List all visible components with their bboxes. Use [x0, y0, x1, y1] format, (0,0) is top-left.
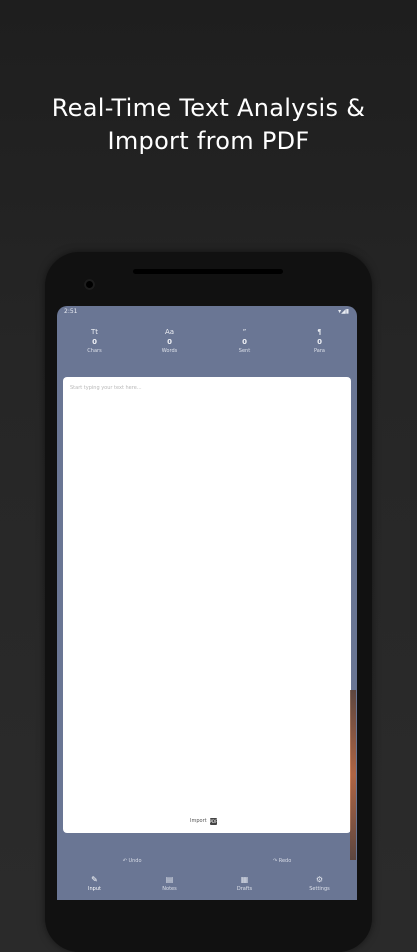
tab-input[interactable]: ✎ Input: [65, 875, 125, 893]
chars-icon: Tt: [90, 328, 99, 336]
stat-label: Sent: [238, 348, 251, 354]
stat-sentences: ” 0 Sent: [215, 328, 275, 368]
tab-settings[interactable]: ⚙ Settings: [290, 875, 350, 893]
stat-value: 0: [92, 338, 97, 346]
import-pdf-button[interactable]: Import PDF: [190, 815, 217, 827]
words-icon: Aa: [164, 328, 175, 336]
stat-words: Aa 0 Words: [140, 328, 200, 368]
drafts-icon: ▦: [240, 875, 249, 884]
text-input[interactable]: [63, 377, 351, 797]
background-photo-edge: [350, 690, 356, 860]
tab-label: Notes: [162, 886, 177, 892]
stat-value: 0: [167, 338, 172, 346]
bottom-navigation: ✎ Input ▤ Notes ▦ Drafts ⚙ Settings: [57, 868, 357, 900]
import-label: Import: [190, 818, 207, 824]
tab-label: Drafts: [236, 886, 253, 892]
status-bar: 2:51 ▾◢▮: [57, 306, 357, 318]
tab-label: Input: [88, 886, 101, 892]
status-icons: ▾◢▮: [338, 308, 349, 315]
stat-label: Para: [314, 348, 325, 354]
promo-headline: Real-Time Text Analysis & Import from PD…: [51, 94, 366, 155]
tab-drafts[interactable]: ▦ Drafts: [215, 875, 275, 893]
stat-label: Chars: [87, 348, 102, 354]
stat-paragraphs: ¶ 0 Para: [290, 328, 350, 368]
paragraph-icon: ¶: [317, 328, 322, 336]
stats-row: Tt 0 Chars Aa 0 Words ” 0 Sent ¶ 0 Para: [57, 328, 357, 368]
status-time: 2:51: [64, 308, 78, 315]
notes-icon: ▤: [165, 875, 174, 884]
phone-speaker: [133, 269, 283, 274]
text-editor-card: Import PDF: [63, 377, 351, 833]
gear-icon: ⚙: [315, 875, 324, 884]
app-screen: 2:51 ▾◢▮ Tt 0 Chars Aa 0 Words ” 0 Sent …: [57, 306, 357, 900]
stat-chars: Tt 0 Chars: [65, 328, 125, 368]
stat-label: Words: [161, 348, 178, 354]
tab-notes[interactable]: ▤ Notes: [140, 875, 200, 893]
tab-label: Settings: [309, 886, 330, 892]
pdf-icon: PDF: [209, 817, 218, 825]
stat-value: 0: [242, 338, 247, 346]
stat-value: 0: [317, 338, 322, 346]
promo-background: Real-Time Text Analysis & Import from PD…: [0, 0, 417, 952]
pencil-icon: ✎: [91, 875, 98, 884]
quote-icon: ”: [242, 328, 247, 336]
phone-camera-icon: [84, 279, 95, 290]
